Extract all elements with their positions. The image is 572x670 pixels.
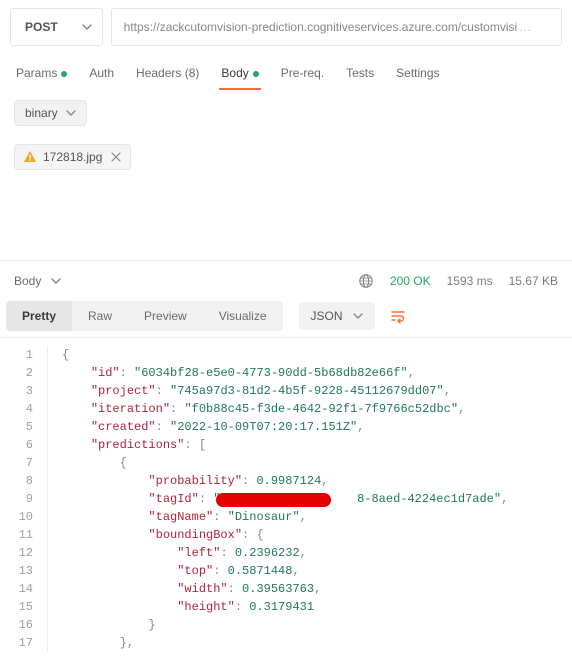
request-tabs: Params Auth Headers (8) Body Pre-req. Te… xyxy=(0,54,572,90)
view-pretty[interactable]: Pretty xyxy=(6,301,72,331)
tab-tests[interactable]: Tests xyxy=(344,60,376,90)
tab-params[interactable]: Params xyxy=(14,60,69,90)
body-mode-select[interactable]: binary xyxy=(14,100,87,126)
tab-settings[interactable]: Settings xyxy=(394,60,441,90)
line-number: 4 xyxy=(0,400,33,418)
tab-auth[interactable]: Auth xyxy=(87,60,116,90)
close-icon xyxy=(110,151,122,163)
response-size: 15.67 KB xyxy=(509,274,558,288)
tab-headers[interactable]: Headers (8) xyxy=(134,60,201,90)
view-visualize[interactable]: Visualize xyxy=(203,301,283,331)
line-number: 3 xyxy=(0,382,33,400)
response-body-editor[interactable]: 1 2 3 4 5 6 7 8 9 10 11 12 13 14 15 16 1… xyxy=(0,338,572,652)
chevron-down-icon xyxy=(353,311,363,321)
response-format-label: JSON xyxy=(311,309,343,323)
http-method-label: POST xyxy=(25,20,58,34)
request-url-input[interactable]: https://zackcutomvision-prediction.cogni… xyxy=(111,8,562,46)
line-number: 2 xyxy=(0,364,33,382)
response-time: 1593 ms xyxy=(447,274,493,288)
body-active-dot-icon xyxy=(253,71,259,77)
request-url-text: https://zackcutomvision-prediction.cogni… xyxy=(124,20,517,34)
response-section-select[interactable]: Body xyxy=(14,274,61,288)
response-view-mode: Pretty Raw Preview Visualize xyxy=(6,301,283,331)
network-globe-icon[interactable] xyxy=(358,273,374,289)
code-content: { "id": "6034bf28-e5e0-4773-90dd-5b68db8… xyxy=(48,346,508,652)
view-raw[interactable]: Raw xyxy=(72,301,128,331)
line-number: 10 xyxy=(0,508,33,526)
response-format-select[interactable]: JSON xyxy=(299,302,375,330)
line-wrap-button[interactable] xyxy=(389,307,407,325)
line-number: 9 xyxy=(0,490,33,508)
line-number: 8 xyxy=(0,472,33,490)
response-section-label: Body xyxy=(14,274,41,288)
line-number: 14 xyxy=(0,580,33,598)
chevron-down-icon xyxy=(66,108,76,118)
redaction-mark xyxy=(216,493,331,507)
url-truncation: … xyxy=(519,20,531,34)
response-status: 200 OK xyxy=(390,274,431,288)
params-active-dot-icon xyxy=(61,71,67,77)
line-number: 17 xyxy=(0,634,33,652)
line-number: 12 xyxy=(0,544,33,562)
tab-prereq[interactable]: Pre-req. xyxy=(279,60,326,90)
chevron-down-icon xyxy=(51,276,61,286)
chevron-down-icon xyxy=(82,22,92,32)
headers-count: (8) xyxy=(185,66,200,80)
view-preview[interactable]: Preview xyxy=(128,301,203,331)
body-mode-label: binary xyxy=(25,106,58,120)
line-number: 5 xyxy=(0,418,33,436)
warning-icon xyxy=(23,150,37,164)
line-number: 15 xyxy=(0,598,33,616)
tab-body[interactable]: Body xyxy=(219,60,260,90)
http-method-select[interactable]: POST xyxy=(10,8,103,46)
file-attachment-chip[interactable]: 172818.jpg xyxy=(14,144,131,170)
line-number: 13 xyxy=(0,562,33,580)
remove-file-button[interactable] xyxy=(110,151,122,163)
line-number: 7 xyxy=(0,454,33,472)
file-name: 172818.jpg xyxy=(43,150,102,164)
line-number: 6 xyxy=(0,436,33,454)
line-number: 16 xyxy=(0,616,33,634)
line-number: 11 xyxy=(0,526,33,544)
line-number: 1 xyxy=(0,346,33,364)
line-number-gutter: 1 2 3 4 5 6 7 8 9 10 11 12 13 14 15 16 1… xyxy=(0,346,48,652)
